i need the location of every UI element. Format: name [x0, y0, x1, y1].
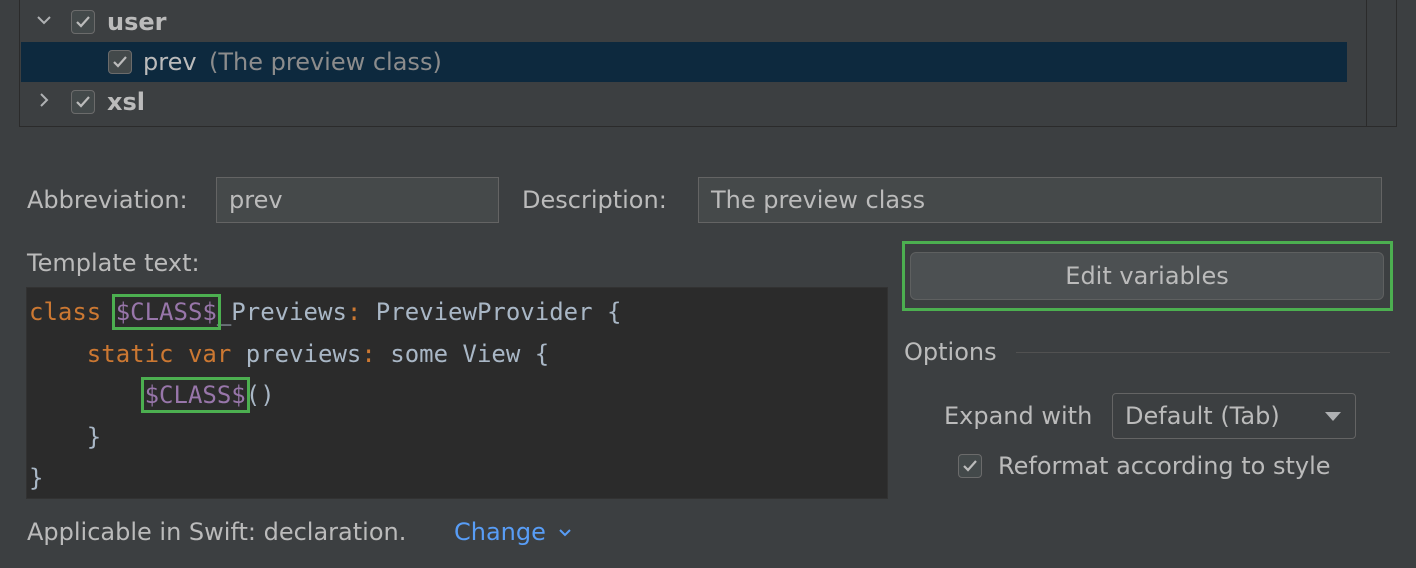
- code-keyword: static var: [86, 339, 246, 368]
- chevron-right-icon[interactable]: [36, 92, 52, 108]
- code-text: PreviewProvider {: [361, 298, 622, 326]
- code-text: (): [245, 381, 275, 409]
- dropdown-arrow-icon: [1325, 412, 1341, 421]
- code-text: previews: [245, 339, 362, 368]
- code-line: }: [29, 417, 621, 459]
- code-keyword: :: [361, 339, 376, 368]
- description-label: Description:: [522, 186, 667, 214]
- code-text: }: [86, 422, 102, 451]
- chevron-down-icon[interactable]: [36, 12, 52, 28]
- code-line: }: [29, 458, 621, 500]
- change-link-label: Change: [454, 518, 546, 546]
- checkbox-xsl[interactable]: [71, 90, 95, 114]
- options-separator: [1016, 352, 1390, 353]
- reformat-label[interactable]: Reformat according to style: [998, 452, 1331, 480]
- tree-scrollbar-divider: [1366, 0, 1367, 126]
- template-variable: $CLASS$: [140, 377, 250, 413]
- expand-with-select[interactable]: Default (Tab): [1112, 393, 1356, 439]
- abbreviation-input[interactable]: prev: [216, 177, 499, 223]
- code-keyword: :: [346, 298, 362, 326]
- checkbox-prev[interactable]: [108, 50, 132, 74]
- template-variable: $CLASS$: [111, 294, 221, 330]
- code-line: $CLASS$(): [29, 375, 621, 417]
- tree-description-prev: (The preview class): [209, 48, 442, 76]
- template-text-label: Template text:: [27, 249, 200, 277]
- code-text: some View {: [375, 339, 550, 368]
- applicable-context-text: Applicable in Swift: declaration.: [27, 518, 407, 546]
- tree-label-user: user: [107, 8, 167, 36]
- chevron-down-icon: [558, 529, 571, 537]
- code-line: class $CLASS$_Previews: PreviewProvider …: [29, 292, 621, 334]
- template-tree[interactable]: user prev (The preview class) xsl: [19, 0, 1397, 127]
- tree-label-prev: prev: [143, 48, 197, 76]
- expand-with-label: Expand with: [944, 402, 1093, 430]
- reformat-checkbox[interactable]: [958, 454, 982, 478]
- code-text: _Previews: [216, 298, 347, 326]
- template-text-editor[interactable]: class $CLASS$_Previews: PreviewProvider …: [26, 287, 888, 499]
- abbreviation-label: Abbreviation:: [27, 186, 188, 214]
- checkbox-user[interactable]: [71, 10, 95, 34]
- template-code[interactable]: class $CLASS$_Previews: PreviewProvider …: [29, 292, 621, 500]
- tree-label-xsl: xsl: [107, 88, 145, 116]
- options-label: Options: [904, 338, 997, 366]
- tree-row-xsl[interactable]: xsl: [21, 82, 1347, 122]
- code-line: static var previews: some View {: [29, 334, 621, 376]
- tree-row-prev[interactable]: prev (The preview class): [21, 42, 1347, 82]
- change-context-link[interactable]: Change: [454, 518, 572, 546]
- edit-variables-button[interactable]: Edit variables: [910, 252, 1384, 300]
- description-input[interactable]: The preview class: [698, 177, 1382, 223]
- code-text: }: [29, 464, 44, 492]
- code-keyword: class: [29, 298, 116, 326]
- expand-with-value: Default (Tab): [1125, 402, 1280, 430]
- tree-row-user[interactable]: user: [21, 2, 1347, 42]
